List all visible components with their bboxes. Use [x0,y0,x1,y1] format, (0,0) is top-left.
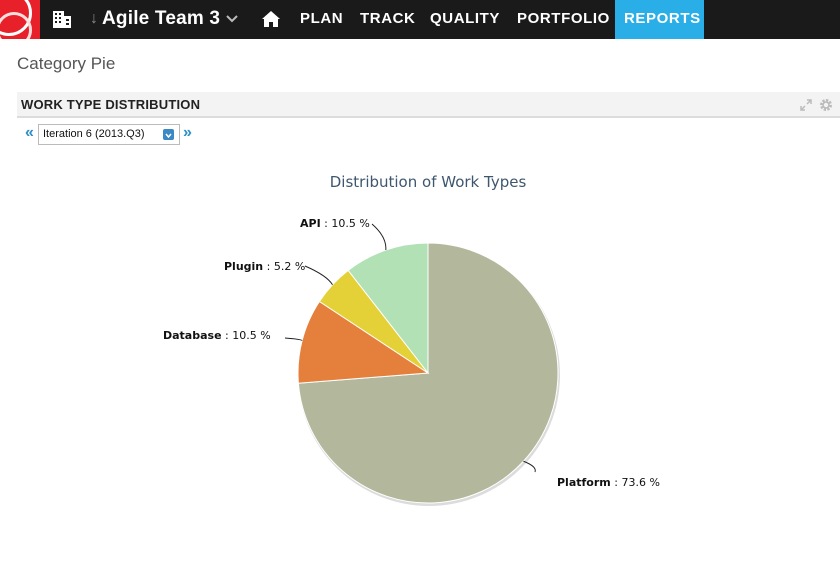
data-label-api: API : 10.5 % [300,217,370,230]
connector-plugin [304,265,333,286]
data-label-plugin: Plugin : 5.2 % [224,260,305,273]
data-label-database: Database : 10.5 % [163,329,271,342]
chart-title: Distribution of Work Types [330,173,527,191]
connector-database [284,337,303,341]
connector-api [371,223,387,251]
pie-chart: Distribution of Work Types Platform : 73… [163,173,660,506]
data-label-platform: Platform : 73.6 % [557,476,660,489]
